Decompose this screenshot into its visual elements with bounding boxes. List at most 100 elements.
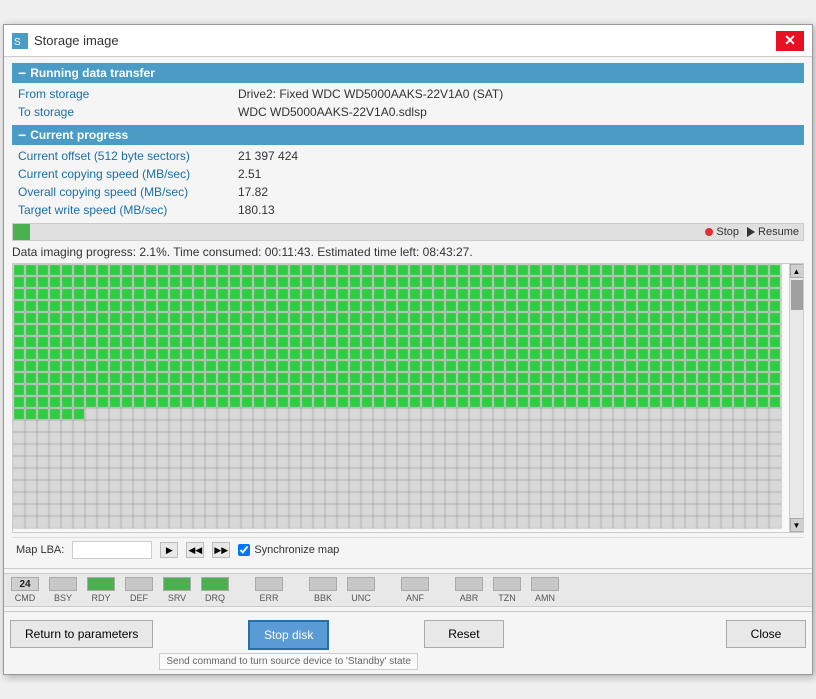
status-item-SRV: SRV <box>162 577 192 603</box>
main-window: S Storage image ✕ − Running data transfe… <box>3 24 813 675</box>
close-window-button[interactable]: ✕ <box>776 31 804 51</box>
status-label-AMN: AMN <box>535 593 555 603</box>
status-item-TZN: TZN <box>492 577 522 603</box>
resume-label: Resume <box>758 226 799 238</box>
status-item-AMN: AMN <box>530 577 560 603</box>
scroll-thumb[interactable] <box>791 280 803 310</box>
app-icon: S <box>12 33 28 49</box>
status-box-ERR <box>255 577 283 591</box>
stop-disk-group: Stop disk Send command to turn source de… <box>159 620 418 670</box>
from-storage-row: From storage Drive2: Fixed WDC WD5000AAK… <box>12 85 804 103</box>
status-box-TZN <box>493 577 521 591</box>
status-bar: 24CMDBSYRDYDEFSRVDRQERRBBKUNCANFABRTZNAM… <box>4 573 812 607</box>
current-progress-table: Current offset (512 byte sectors) 21 397… <box>12 147 804 219</box>
separator2 <box>4 611 812 612</box>
return-to-parameters-button[interactable]: Return to parameters <box>10 620 153 648</box>
map-prev-button[interactable]: ◀◀ <box>186 542 204 558</box>
status-label-ERR: ERR <box>259 593 278 603</box>
map-footer: Map LBA: ▶ ◀◀ ▶▶ Synchronize map <box>12 537 804 562</box>
scroll-down-arrow[interactable]: ▼ <box>790 518 804 532</box>
resume-button-small[interactable]: Resume <box>747 226 799 238</box>
map-lba-label: Map LBA: <box>16 544 64 556</box>
running-transfer-title: Running data transfer <box>30 66 155 80</box>
offset-value: 21 397 424 <box>232 147 804 165</box>
progress-controls: Stop Resume <box>705 226 799 238</box>
progress-status-text: Data imaging progress: 2.1%. Time consum… <box>12 245 804 259</box>
content-area: − Running data transfer From storage Dri… <box>4 57 812 568</box>
status-box-RDY <box>87 577 115 591</box>
to-storage-row: To storage WDC WD5000AAKS-22V1A0.sdlsp <box>12 103 804 121</box>
write-speed-value: 180.13 <box>232 201 804 219</box>
bottom-buttons: Return to parameters Stop disk Send comm… <box>4 616 812 674</box>
scroll-up-arrow[interactable]: ▲ <box>790 264 804 278</box>
write-speed-label: Target write speed (MB/sec) <box>12 201 232 219</box>
status-item-DEF: DEF <box>124 577 154 603</box>
status-label-RDY: RDY <box>91 593 110 603</box>
window-title: Storage image <box>34 33 119 48</box>
stop-button-small[interactable]: Stop <box>705 226 739 238</box>
map-next-button[interactable]: ▶▶ <box>212 542 230 558</box>
status-box-BSY <box>49 577 77 591</box>
status-item-CMD: 24 CMD <box>10 577 40 603</box>
running-transfer-header: − Running data transfer <box>12 63 804 83</box>
status-item-DRQ: DRQ <box>200 577 230 603</box>
status-box-DRQ <box>201 577 229 591</box>
copy-speed-label: Current copying speed (MB/sec) <box>12 165 232 183</box>
overall-speed-value: 17.82 <box>232 183 804 201</box>
status-label-DRQ: DRQ <box>205 593 225 603</box>
current-progress-header: − Current progress <box>12 125 804 145</box>
stop-disk-hint: Send command to turn source device to 'S… <box>159 653 418 670</box>
write-speed-row: Target write speed (MB/sec) 180.13 <box>12 201 804 219</box>
map-play-button[interactable]: ▶ <box>160 542 178 558</box>
status-box-SRV <box>163 577 191 591</box>
status-label-BSY: BSY <box>54 593 72 603</box>
status-label-DEF: DEF <box>130 593 148 603</box>
offset-label: Current offset (512 byte sectors) <box>12 147 232 165</box>
map-area: ▲ ▼ <box>12 263 804 533</box>
progress-bar-container: Stop Resume <box>12 223 804 241</box>
sync-text: Synchronize map <box>254 544 339 556</box>
offset-row: Current offset (512 byte sectors) 21 397… <box>12 147 804 165</box>
status-item-ANF: ANF <box>400 577 430 603</box>
status-label-TZN: TZN <box>498 593 516 603</box>
status-label-SRV: SRV <box>168 593 186 603</box>
copy-speed-row: Current copying speed (MB/sec) 2.51 <box>12 165 804 183</box>
separator <box>4 568 812 569</box>
bottom-left-buttons: Return to parameters Stop disk Send comm… <box>10 620 504 670</box>
to-storage-label: To storage <box>12 103 232 121</box>
collapse-progress-icon: − <box>18 128 26 142</box>
stop-dot-icon <box>705 228 713 236</box>
overall-speed-label: Overall copying speed (MB/sec) <box>12 183 232 201</box>
status-item-ABR: ABR <box>454 577 484 603</box>
map-canvas <box>13 264 789 532</box>
stop-label: Stop <box>716 226 739 238</box>
status-label-UNC: UNC <box>351 593 371 603</box>
status-item-BSY: BSY <box>48 577 78 603</box>
status-box-UNC <box>347 577 375 591</box>
overall-speed-row: Overall copying speed (MB/sec) 17.82 <box>12 183 804 201</box>
vertical-scrollbar[interactable]: ▲ ▼ <box>789 264 803 532</box>
from-storage-value: Drive2: Fixed WDC WD5000AAKS-22V1A0 (SAT… <box>232 85 804 103</box>
status-box-BBK <box>309 577 337 591</box>
status-item-ERR: ERR <box>254 577 284 603</box>
stop-disk-button[interactable]: Stop disk <box>248 620 329 650</box>
current-progress-title: Current progress <box>30 128 128 142</box>
status-box-CMD: 24 <box>11 577 39 591</box>
status-box-ABR <box>455 577 483 591</box>
status-item-RDY: RDY <box>86 577 116 603</box>
close-button[interactable]: Close <box>726 620 806 648</box>
sync-checkbox[interactable] <box>238 544 250 556</box>
status-label-CMD: CMD <box>15 593 36 603</box>
status-box-AMN <box>531 577 559 591</box>
reset-button[interactable]: Reset <box>424 620 504 648</box>
status-box-DEF <box>125 577 153 591</box>
play-icon <box>747 227 755 237</box>
sync-label[interactable]: Synchronize map <box>238 544 339 556</box>
title-bar: S Storage image ✕ <box>4 25 812 57</box>
to-storage-value: WDC WD5000AAKS-22V1A0.sdlsp <box>232 103 804 121</box>
from-storage-label: From storage <box>12 85 232 103</box>
status-label-ANF: ANF <box>406 593 424 603</box>
map-lba-input[interactable] <box>72 541 152 559</box>
progress-bar-fill <box>13 224 30 240</box>
title-bar-left: S Storage image <box>12 33 119 49</box>
